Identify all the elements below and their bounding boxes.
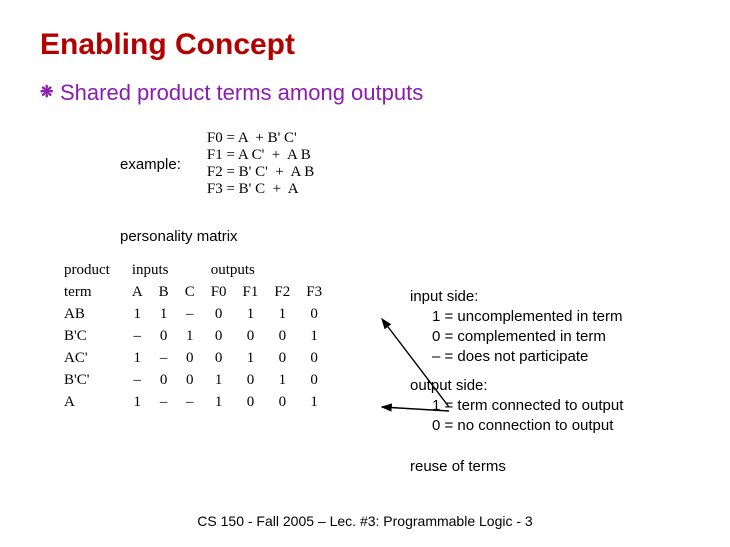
output-side-line: 0 = no connection to output <box>432 416 710 436</box>
matrix-cell: 0 <box>151 325 177 347</box>
col-group-outputs: outputs <box>203 259 330 281</box>
personality-matrix-table: product inputs outputs term A B C F0 F1 … <box>64 259 330 413</box>
table-row: B'C–010001 <box>64 325 330 347</box>
matrix-cell: 0 <box>235 325 267 347</box>
matrix-cell: 1 <box>266 369 298 391</box>
matrix-cell: 0 <box>203 347 235 369</box>
matrix-cell: 0 <box>266 391 298 413</box>
matrix-cell: – <box>177 391 203 413</box>
matrix-cell: 1 <box>151 303 177 325</box>
table-row: B'C'–001010 <box>64 369 330 391</box>
col-group-inputs: inputs <box>124 259 203 281</box>
input-side-line: 0 = complemented in term <box>432 327 710 347</box>
matrix-cell: 0 <box>298 303 330 325</box>
col-header: F0 <box>203 281 235 303</box>
matrix-cell: 1 <box>124 303 151 325</box>
matrix-cell: 0 <box>235 391 267 413</box>
col-header: A <box>124 281 151 303</box>
col-header: C <box>177 281 203 303</box>
example-block: example: F0 = A + B' C' F1 = A C' + A B … <box>120 130 690 198</box>
reuse-label: reuse of terms <box>410 458 506 475</box>
col-header: B <box>151 281 177 303</box>
matrix-cell: 1 <box>124 347 151 369</box>
matrix-cell: 1 <box>124 391 151 413</box>
table-row: A1––1001 <box>64 391 330 413</box>
col-header: F1 <box>235 281 267 303</box>
input-side-line: – = does not participate <box>432 347 710 367</box>
col-header-product: product <box>64 259 124 281</box>
equation-line: F3 = B' C + A <box>207 181 314 198</box>
input-side-line: 1 = uncomplemented in term <box>432 307 710 327</box>
matrix-cell: 1 <box>298 391 330 413</box>
output-side-line: 1 = term connected to output <box>432 396 710 416</box>
matrix-cell: 0 <box>177 369 203 391</box>
equations: F0 = A + B' C' F1 = A C' + A B F2 = B' C… <box>207 130 314 198</box>
matrix-cell: 0 <box>203 325 235 347</box>
matrix-cell: 1 <box>298 325 330 347</box>
output-side-header: output side: <box>410 377 710 394</box>
matrix-cell: 1 <box>177 325 203 347</box>
matrix-cell: 0 <box>151 369 177 391</box>
equation-line: F1 = A C' + A B <box>207 147 314 164</box>
slide-footer: CS 150 - Fall 2005 – Lec. #3: Programmab… <box>0 513 730 529</box>
term-cell: B'C' <box>64 369 124 391</box>
col-header: F3 <box>298 281 330 303</box>
matrix-cell: – <box>151 391 177 413</box>
matrix-cell: – <box>151 347 177 369</box>
matrix-cell: 1 <box>203 391 235 413</box>
col-header-term: term <box>64 281 124 303</box>
bullet-glyph-icon: ❋ <box>40 86 54 100</box>
bullet-row: ❋ Shared product terms among outputs <box>40 80 690 106</box>
matrix-cell: 0 <box>203 303 235 325</box>
matrix-cell: – <box>124 325 151 347</box>
matrix-cell: 0 <box>235 369 267 391</box>
personality-matrix-label: personality matrix <box>120 228 690 245</box>
matrix-cell: 0 <box>298 369 330 391</box>
example-label: example: <box>120 156 181 173</box>
matrix-cell: 1 <box>235 303 267 325</box>
term-cell: A <box>64 391 124 413</box>
matrix-cell: – <box>177 303 203 325</box>
table-row: AC'1–00100 <box>64 347 330 369</box>
equation-line: F0 = A + B' C' <box>207 130 314 147</box>
matrix-cell: 0 <box>177 347 203 369</box>
slide-title: Enabling Concept <box>40 28 690 62</box>
matrix-cell: 1 <box>203 369 235 391</box>
matrix-cell: 0 <box>298 347 330 369</box>
col-header: F2 <box>266 281 298 303</box>
input-side-header: input side: <box>410 288 710 305</box>
term-cell: AB <box>64 303 124 325</box>
matrix-cell: 1 <box>235 347 267 369</box>
table-row: AB11–0110 <box>64 303 330 325</box>
matrix-cell: 1 <box>266 303 298 325</box>
matrix-cell: 0 <box>266 347 298 369</box>
bullet-text: Shared product terms among outputs <box>60 80 423 106</box>
term-cell: AC' <box>64 347 124 369</box>
side-notes: input side: 1 = uncomplemented in term 0… <box>410 288 710 446</box>
equation-line: F2 = B' C' + A B <box>207 164 314 181</box>
term-cell: B'C <box>64 325 124 347</box>
matrix-cell: – <box>124 369 151 391</box>
matrix-cell: 0 <box>266 325 298 347</box>
